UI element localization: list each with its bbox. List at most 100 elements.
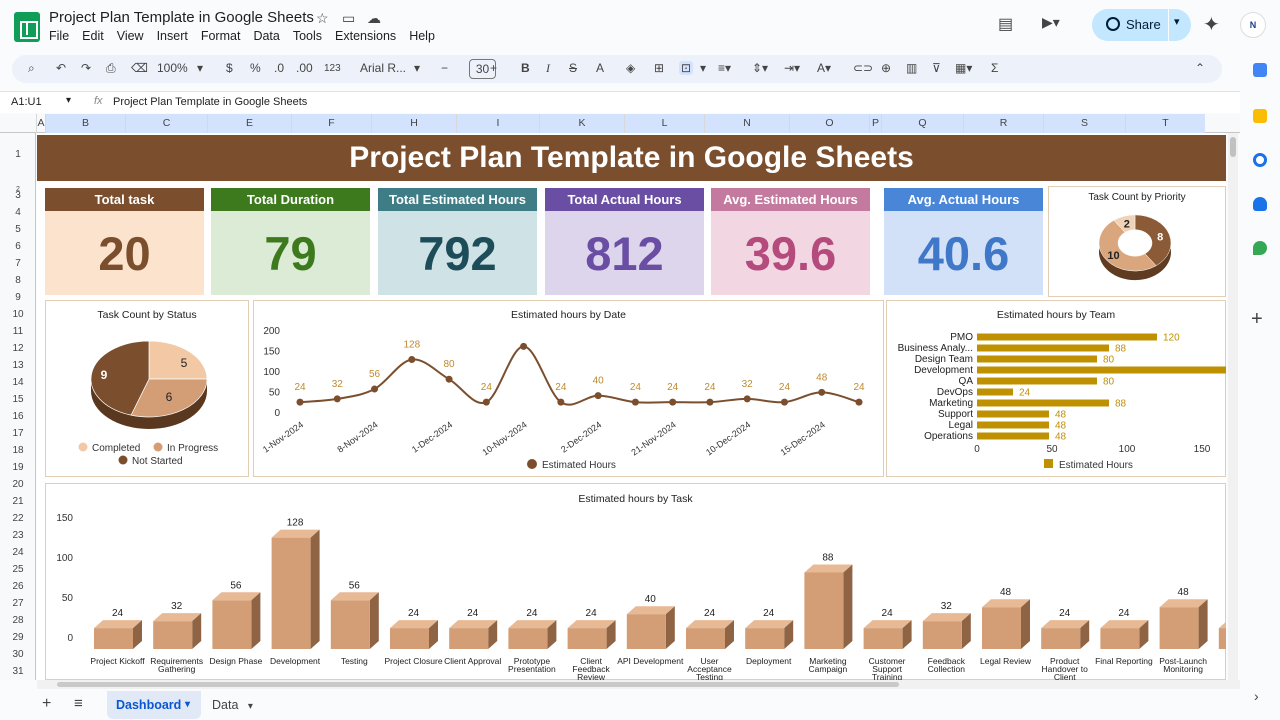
column-header[interactable]: A	[36, 114, 45, 133]
avatar[interactable]: N	[1240, 12, 1266, 38]
column-header[interactable]: I	[456, 114, 539, 133]
font-size-increase-button[interactable]: +	[490, 61, 497, 75]
row-header[interactable]: 18	[0, 445, 36, 457]
menu-tools[interactable]: Tools	[293, 29, 322, 43]
filter-icon[interactable]: ⊽	[932, 61, 941, 75]
row-header[interactable]: 11	[0, 326, 36, 338]
hide-side-panel-icon[interactable]: ›	[1254, 688, 1259, 704]
horizontal-align-icon[interactable]: ≡▾	[718, 61, 731, 75]
all-sheets-icon[interactable]: ≡	[74, 695, 83, 712]
date-chart[interactable]: Estimated hours by Date 0 50 100 150 200 24 32…	[253, 300, 884, 477]
functions-icon[interactable]: Σ	[991, 61, 998, 75]
paint-format-icon[interactable]: ⌫	[131, 61, 148, 75]
tab-data-dropdown-icon[interactable]: ▾	[248, 701, 253, 712]
column-header[interactable]: O	[789, 114, 869, 133]
tab-dashboard[interactable]: Dashboard ▾	[107, 691, 201, 719]
row-header[interactable]: 20	[0, 479, 36, 491]
insert-chart-icon[interactable]: ▥	[906, 61, 917, 75]
row-header[interactable]: 26	[0, 581, 36, 593]
add-ons-icon[interactable]: +	[1251, 308, 1263, 331]
team-chart[interactable]: Estimated hours by Team PMO 120 Business A…	[886, 300, 1226, 477]
italic-button[interactable]: I	[546, 61, 550, 76]
calendar-icon[interactable]	[1253, 63, 1267, 77]
filter-views-icon[interactable]: ▦▾	[955, 61, 972, 75]
strikethrough-button[interactable]: S	[569, 61, 577, 75]
increase-decimal-button[interactable]: .00	[296, 61, 313, 75]
menu-data[interactable]: Data	[253, 29, 279, 43]
row-header[interactable]: 13	[0, 360, 36, 372]
share-dropdown-icon[interactable]: ▾	[1174, 15, 1180, 28]
fill-color-icon[interactable]: ◈	[626, 61, 635, 75]
row-header[interactable]: 12	[0, 343, 36, 355]
formula-input[interactable]: Project Plan Template in Google Sheets	[113, 96, 307, 108]
row-header[interactable]: 16	[0, 411, 36, 423]
row-header[interactable]: 25	[0, 564, 36, 576]
text-wrap-icon[interactable]: ⇥▾	[784, 61, 800, 75]
maps-icon[interactable]	[1253, 241, 1267, 255]
row-header[interactable]: 17	[0, 428, 36, 440]
meet-icon[interactable]: ▶▾	[1042, 14, 1060, 31]
row-header[interactable]: 28	[0, 615, 36, 627]
menu-view[interactable]: View	[117, 29, 144, 43]
horizontal-scrollbar[interactable]	[37, 680, 1240, 689]
vertical-align-icon[interactable]: ⇕▾	[752, 61, 768, 75]
row-header[interactable]: 22	[0, 513, 36, 525]
menu-file[interactable]: File	[49, 29, 69, 43]
row-header[interactable]: 9	[0, 292, 36, 304]
sheet-grid[interactable]: Project Plan Template in Google Sheets T…	[37, 133, 1226, 680]
print-icon[interactable]: ⎙	[106, 61, 116, 76]
menu-help[interactable]: Help	[409, 29, 435, 43]
keep-icon[interactable]	[1253, 109, 1267, 123]
row-header[interactable]: 30	[0, 649, 36, 661]
row-header[interactable]: 23	[0, 530, 36, 542]
tasks-icon[interactable]	[1253, 153, 1267, 167]
column-header[interactable]: H	[371, 114, 456, 133]
zoom-dropdown-icon[interactable]: ▾	[197, 61, 203, 75]
vertical-scrollbar[interactable]	[1228, 133, 1238, 680]
column-header[interactable]: E	[207, 114, 291, 133]
borders-icon[interactable]: ⊞	[654, 61, 664, 75]
undo-icon[interactable]: ↶	[56, 61, 66, 75]
row-header[interactable]: 6	[0, 241, 36, 253]
insert-comment-icon[interactable]: ⊕	[881, 61, 891, 75]
font-size-decrease-button[interactable]: −	[441, 61, 448, 75]
row-header[interactable]: 8	[0, 275, 36, 287]
column-header[interactable]: N	[704, 114, 789, 133]
status-chart[interactable]: Task Count by Status 5 6 9 Completed In Prog…	[45, 300, 249, 477]
decrease-decimal-button[interactable]: .0	[274, 61, 284, 75]
row-header[interactable]: 4	[0, 207, 36, 219]
menu-edit[interactable]: Edit	[82, 29, 104, 43]
search-icon[interactable]: ⌕	[28, 61, 35, 76]
percent-button[interactable]: %	[250, 61, 261, 75]
add-sheet-icon[interactable]: +	[42, 695, 51, 713]
menu-insert[interactable]: Insert	[157, 29, 188, 43]
contacts-icon[interactable]	[1253, 197, 1267, 211]
gemini-icon[interactable]: ✦	[1203, 12, 1220, 37]
task-chart[interactable]: Estimated hours by Task 0 50 100 150 24 Proje…	[45, 483, 1226, 680]
row-header[interactable]: 10	[0, 309, 36, 321]
column-header[interactable]: R	[963, 114, 1043, 133]
merge-cells-icon[interactable]: ⊡	[679, 61, 694, 75]
tab-dashboard-dropdown-icon[interactable]: ▾	[185, 699, 190, 710]
font-dropdown-icon[interactable]: ▾	[414, 61, 420, 75]
tab-data[interactable]: Data ▾	[212, 698, 253, 712]
row-header[interactable]: 24	[0, 547, 36, 559]
merge-dropdown-icon[interactable]: ▾	[700, 61, 706, 75]
menu-format[interactable]: Format	[201, 29, 241, 43]
column-header[interactable]: T	[1125, 114, 1205, 133]
row-header[interactable]: 19	[0, 462, 36, 474]
move-folder-icon[interactable]: ▭	[342, 10, 355, 27]
row-header[interactable]: 31	[0, 666, 36, 678]
row-header[interactable]: 3	[0, 190, 36, 202]
row-header[interactable]: 14	[0, 377, 36, 389]
font-select[interactable]: Arial R...	[360, 61, 406, 75]
currency-button[interactable]: $	[226, 61, 233, 75]
text-rotation-icon[interactable]: A▾	[817, 61, 831, 75]
cloud-status-icon[interactable]: ☁	[367, 10, 381, 27]
row-header[interactable]: 21	[0, 496, 36, 508]
row-header[interactable]: 7	[0, 258, 36, 270]
column-header[interactable]: B	[45, 114, 125, 133]
menu-extensions[interactable]: Extensions	[335, 29, 396, 43]
row-header[interactable]: 5	[0, 224, 36, 236]
row-header[interactable]: 27	[0, 598, 36, 610]
